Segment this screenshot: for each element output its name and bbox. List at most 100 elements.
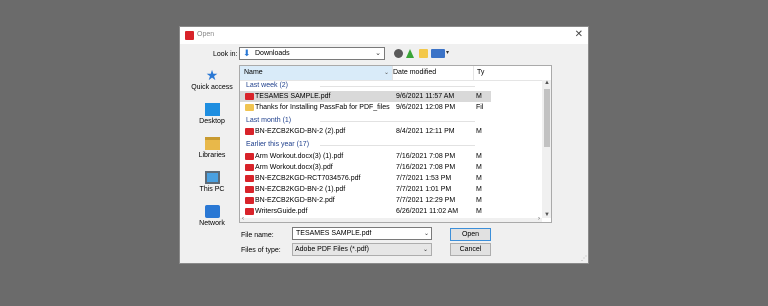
group-label: Last month (1) [246, 117, 292, 124]
up-folder-icon[interactable] [406, 49, 415, 58]
scroll-thumb[interactable] [544, 89, 550, 147]
acrobat-icon [185, 31, 194, 40]
file-type-label: Files of type: [241, 247, 281, 254]
file-type: M [476, 208, 482, 215]
file-date: 6/26/2021 11:02 AM [396, 208, 459, 215]
file-row[interactable]: BN-EZCB2KGD-BN-2 (2).pdf 8/4/2021 12:11 … [240, 126, 482, 137]
file-row[interactable]: Arm Workout.docx(3).pdf 7/16/2021 7:08 P… [240, 162, 482, 173]
file-name: Thanks for Installing PassFab for PDF_fi… [255, 104, 390, 111]
pdf-icon [245, 164, 254, 171]
chevron-down-icon: ⌄ [375, 50, 381, 57]
file-type: M [476, 175, 482, 182]
file-date: 7/7/2021 1:01 PM [396, 186, 452, 193]
download-folder-icon: ⬇ [243, 48, 251, 58]
pdf-icon [245, 197, 254, 204]
file-name-label: File name: [241, 232, 274, 239]
scroll-down-icon[interactable]: ▼ [544, 212, 550, 218]
group-header[interactable]: Last week (2) [240, 80, 480, 91]
view-dropdown-arrow-icon[interactable]: ▾ [446, 49, 449, 56]
computer-icon [204, 171, 220, 184]
close-button[interactable]: ✕ [575, 29, 583, 40]
look-in-combo[interactable]: ⬇ Downloads ⌄ [239, 47, 385, 60]
look-in-label: Look in: [213, 51, 238, 58]
place-network[interactable]: Network [185, 205, 239, 227]
view-menu-icon[interactable] [431, 49, 445, 58]
column-name[interactable]: Name ⌄ [240, 66, 393, 80]
file-row[interactable]: WritersGuide.pdf 6/26/2021 11:02 AM M [240, 206, 482, 217]
file-name: BN-EZCB2KGD-BN-2.pdf [255, 197, 335, 204]
chevron-down-icon[interactable]: ⌄ [424, 230, 429, 237]
place-this-pc[interactable]: This PC [185, 171, 239, 193]
file-type: M [476, 164, 482, 171]
open-dialog: Open ✕ Look in: ⬇ Downloads ⌄ ▾ ★ Quick … [179, 26, 589, 264]
file-row[interactable]: BN-EZCB2KGD-BN-2 (1).pdf 7/7/2021 1:01 P… [240, 184, 482, 195]
column-name-label: Name [244, 69, 263, 76]
file-type: M [476, 153, 482, 160]
vertical-scrollbar[interactable]: ▲ ▼ [542, 80, 551, 218]
file-name: Arm Workout.docx(3) (1).pdf [255, 153, 344, 160]
file-name: Arm Workout.docx(3).pdf [255, 164, 333, 171]
sort-chevron-icon: ⌄ [383, 70, 389, 76]
places-bar: ★ Quick access Desktop Libraries This PC… [185, 65, 239, 227]
file-row[interactable]: TESAMES SAMPLE.pdf 9/6/2021 11:57 AM M [240, 91, 491, 102]
file-date: 7/7/2021 12:29 PM [396, 197, 456, 204]
place-libraries[interactable]: Libraries [185, 137, 239, 159]
file-name: TESAMES SAMPLE.pdf [255, 93, 331, 100]
chevron-down-icon: ⌄ [422, 247, 428, 253]
horizontal-scrollbar[interactable]: ‹ › [240, 216, 542, 222]
scroll-left-icon[interactable]: ‹ [242, 216, 244, 222]
file-date: 7/16/2021 7:08 PM [396, 153, 456, 160]
file-type-select[interactable]: Adobe PDF Files (*.pdf) ⌄ [292, 243, 432, 256]
group-label: Last week (2) [246, 82, 289, 89]
group-header[interactable]: Earlier this year (17) [240, 139, 480, 150]
cancel-button[interactable]: Cancel [450, 243, 491, 256]
group-label: Earlier this year (17) [246, 141, 310, 148]
file-list[interactable]: Name ⌄ Date modified Ty Last week (2) TE… [239, 65, 552, 223]
dialog-title: Open [197, 31, 215, 38]
file-date: 7/16/2021 7:08 PM [396, 164, 456, 171]
file-row[interactable]: BN-EZCB2KGD-BN-2.pdf 7/7/2021 12:29 PM M [240, 195, 482, 206]
place-quick-access[interactable]: ★ Quick access [185, 68, 239, 91]
place-label: Network [199, 220, 225, 227]
column-type[interactable]: Ty [477, 69, 484, 76]
file-type-value: Adobe PDF Files (*.pdf) [295, 246, 369, 253]
file-date: 9/6/2021 12:08 PM [396, 104, 456, 111]
pdf-icon [245, 175, 254, 182]
pdf-icon [245, 128, 254, 135]
column-header: Name ⌄ Date modified Ty [240, 66, 551, 81]
file-name: BN-EZCB2KGD-BN-2 (2).pdf [255, 128, 346, 135]
file-name-input[interactable] [292, 227, 432, 240]
file-row[interactable]: Thanks for Installing PassFab for PDF_fi… [240, 102, 484, 113]
place-label: This PC [199, 186, 225, 193]
file-type: M [476, 93, 482, 100]
group-divider [320, 121, 475, 122]
resize-grip-icon[interactable]: ⋰ [581, 255, 587, 262]
back-icon[interactable] [394, 49, 403, 58]
file-type: M [476, 128, 482, 135]
folder-icon [245, 104, 254, 111]
place-desktop[interactable]: Desktop [185, 103, 239, 125]
place-label: Libraries [198, 152, 226, 159]
group-header[interactable]: Last month (1) [240, 115, 480, 126]
file-type: Fil [476, 104, 484, 111]
file-name: WritersGuide.pdf [255, 208, 308, 215]
desktop-icon [204, 103, 220, 116]
column-date[interactable]: Date modified [393, 69, 436, 76]
pdf-icon [245, 186, 254, 193]
file-row[interactable]: Arm Workout.docx(3) (1).pdf 7/16/2021 7:… [240, 151, 482, 162]
scroll-up-icon[interactable]: ▲ [544, 80, 550, 86]
pdf-icon [245, 93, 254, 100]
libraries-icon [204, 137, 220, 150]
scroll-right-icon[interactable]: › [538, 216, 540, 222]
file-name: BN-EZCB2KGD-BN-2 (1).pdf [255, 186, 346, 193]
new-folder-icon[interactable] [419, 49, 428, 58]
place-label: Desktop [199, 118, 225, 125]
network-icon [204, 205, 220, 218]
pdf-icon [245, 153, 254, 160]
file-date: 8/4/2021 12:11 PM [396, 128, 455, 135]
pdf-icon [245, 208, 254, 215]
file-type: M [476, 186, 482, 193]
file-date: 7/7/2021 1:53 PM [396, 175, 452, 182]
file-row[interactable]: BN-EZCB2KGD-RCT7034576.pdf 7/7/2021 1:53… [240, 173, 482, 184]
open-button[interactable]: Open [450, 228, 491, 241]
